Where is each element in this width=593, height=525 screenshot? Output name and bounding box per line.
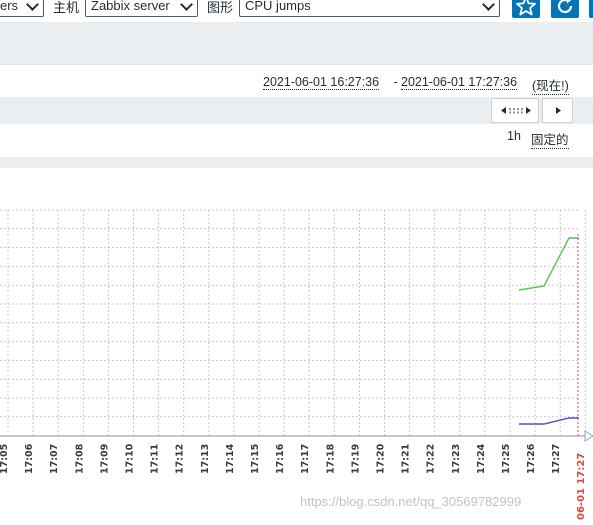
now-date-label: 06-01 17:27 [576,453,587,520]
x-tick-label: 17:17 [300,444,311,474]
x-tick-label: 17:24 [476,443,487,474]
x-tick-label: 17:09 [99,444,110,474]
x-tick-label: 17:19 [350,444,361,474]
more-button[interactable] [589,0,593,18]
graph-label: 图形 [207,0,234,15]
x-tick-label: 17:20 [376,443,387,474]
period-value: 1h [507,129,521,143]
time-to-link[interactable]: 2021-06-01 17:27:36 [401,75,518,90]
graph-grid [0,209,586,436]
arrow-right-icon [556,107,561,114]
time-dash: - [390,75,402,89]
x-tick-label: 17:22 [426,444,437,474]
x-tick-label: 17:13 [200,444,211,474]
host-label: 主机 [53,0,80,15]
group-select-value: ers [0,0,19,13]
graph-select[interactable]: CPU jumps [239,0,500,17]
refresh-button[interactable] [551,0,579,18]
x-tick-label: 17:18 [325,443,336,474]
period-row [0,124,593,158]
watermark: https://blog.csdn.net/qq_30569782999 [300,494,522,509]
x-tick-label: 17:21 [401,444,412,474]
x-tick-label: 17:06 [24,443,35,474]
filter-bar: ers 主机 Zabbix server 图形 CPU jumps [0,0,593,22]
section-separator [0,157,593,168]
chevron-down-icon [180,0,193,11]
green-series-line [518,237,579,291]
graph-area: 17:05 17:06 17:07 17:08 17:09 17:10 17:11 17:12… [0,168,593,522]
time-from-link[interactable]: 2021-06-01 16:27:36 [263,75,380,90]
star-icon [516,0,536,16]
x-tick-label: 17:23 [451,444,462,474]
fixed-toggle[interactable]: 固定的 [531,129,569,149]
x-tick-label: 17:10 [125,443,136,474]
group-select[interactable]: ers [0,0,44,17]
time-now-label[interactable]: (现在!) [532,75,569,95]
x-axis-arrow-icon [584,430,593,442]
host-select-value: Zabbix server [91,0,170,13]
x-tick-label: 17:11 [150,444,161,474]
zoom-out-icon [501,107,531,114]
x-tick-label: 17:08 [74,443,85,474]
zoom-out-button[interactable] [491,98,539,123]
x-tick-label: 17:26 [526,443,537,474]
x-tick-label: 17:12 [175,444,186,474]
next-period-button[interactable] [542,98,573,123]
x-tick-label: 17:07 [49,444,60,474]
x-tick-label: 17:05 [0,444,10,474]
graph-select-value: CPU jumps [245,0,311,13]
chevron-down-icon [482,0,495,11]
x-tick-label: 17:25 [501,444,512,474]
x-tick-label: 17:15 [250,444,261,474]
x-tick-label: 17:14 [225,443,236,474]
cpu-jumps-graph: 17:05 17:06 17:07 17:08 17:09 17:10 17:11 17:12… [0,209,593,520]
favorite-button[interactable] [512,0,540,18]
x-tick-label: 17:16 [275,443,286,474]
host-select[interactable]: Zabbix server [85,0,198,17]
refresh-icon [557,0,573,14]
blue-series-line [519,417,579,425]
x-tick-label: 17:27 [551,444,562,474]
chevron-down-icon [26,0,39,11]
filter-tabs-band [0,22,593,64]
